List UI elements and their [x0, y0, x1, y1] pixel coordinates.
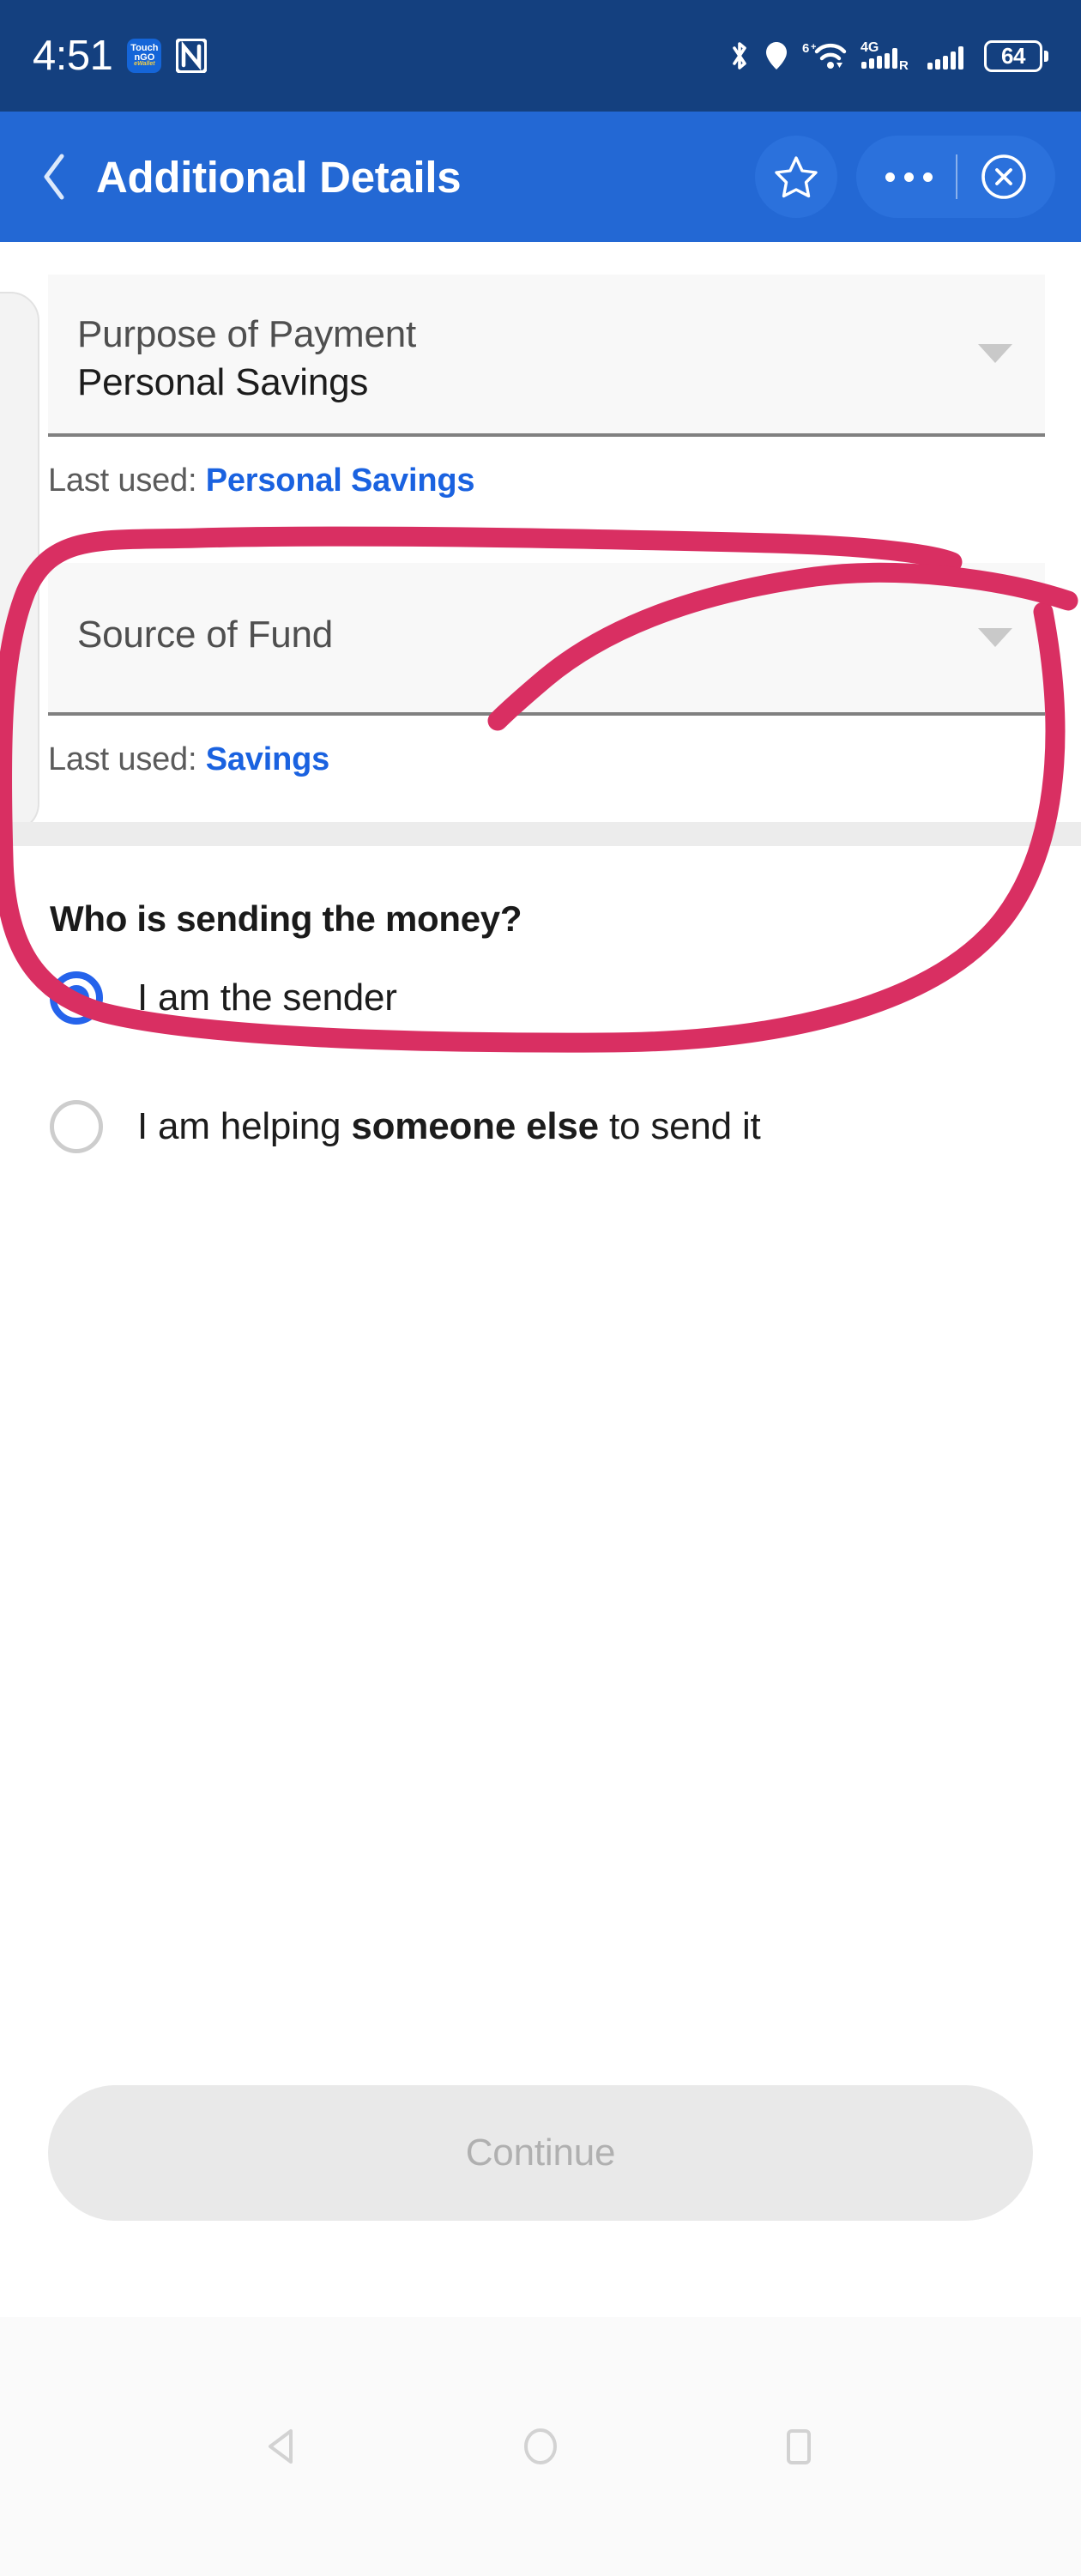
wifi-6plus-icon: 6 + — [801, 39, 848, 73]
back-button[interactable] — [34, 151, 74, 203]
radio-label-i-am-the-sender: I am the sender — [137, 977, 397, 1019]
lastused-prefix: Last used: — [48, 462, 197, 499]
label-pre: I am helping — [137, 1105, 352, 1147]
dot-3-icon — [922, 172, 933, 182]
location-pin-icon — [764, 39, 788, 73]
close-button[interactable] — [957, 136, 1050, 218]
close-circle-icon — [981, 154, 1026, 199]
purpose-of-payment-select[interactable]: Purpose of Payment Personal Savings — [48, 275, 1045, 437]
star-icon — [775, 156, 818, 198]
battery-level: 64 — [1001, 42, 1025, 69]
android-nav-bar — [0, 2317, 1081, 2576]
signal-bars-icon — [927, 38, 971, 74]
favorite-button[interactable] — [755, 136, 837, 218]
dot-2-icon — [903, 172, 914, 182]
status-bar-right: 6 + 4G R 64 — [728, 38, 1048, 74]
lastused-prefix: Last used: — [48, 741, 197, 777]
source-of-fund-lastused: Last used: Savings — [48, 741, 1045, 778]
home-circle-icon — [524, 2428, 557, 2464]
nav-back-button[interactable] — [256, 2419, 311, 2474]
battery-body: 64 — [984, 39, 1042, 72]
label-post: to send it — [598, 1105, 761, 1147]
purpose-of-payment-value: Personal Savings — [77, 361, 369, 404]
battery-icon: 64 — [984, 39, 1048, 72]
recents-square-icon — [787, 2429, 811, 2464]
radio-option-helping-someone-else[interactable]: I am helping someone else to send it — [50, 1100, 761, 1153]
field-source-of-fund: Source of Fund Last used: Savings — [48, 563, 1045, 778]
more-options-button[interactable] — [861, 136, 956, 218]
nav-recents-button[interactable] — [770, 2419, 825, 2474]
sender-question: Who is sending the money? — [50, 898, 522, 939]
status-bar: 4:51 Touch nGO eWallet 6 + 4G R 64 — [0, 0, 1081, 112]
chevron-down-icon[interactable] — [978, 344, 1012, 364]
source-of-fund-select[interactable]: Source of Fund — [48, 563, 1045, 716]
tng-icon-line-3: eWallet — [134, 61, 155, 68]
page-title: Additional Details — [96, 152, 462, 202]
svg-text:6: 6 — [802, 41, 809, 56]
main-content: Purpose of Payment Personal Savings Last… — [0, 242, 1081, 2576]
source-of-fund-label: Source of Fund — [77, 614, 334, 656]
field-purpose-of-payment: Purpose of Payment Personal Savings Last… — [48, 275, 1045, 499]
label-bold: someone else — [351, 1105, 599, 1147]
radio-option-i-am-the-sender[interactable]: I am the sender — [50, 971, 397, 1025]
lastused-value-personal-savings[interactable]: Personal Savings — [206, 463, 475, 499]
nav-home-button[interactable] — [513, 2419, 568, 2474]
chevron-left-icon — [44, 154, 64, 200]
radio-label-helping-someone-else: I am helping someone else to send it — [137, 1105, 761, 1148]
svg-text:4G: 4G — [861, 40, 879, 55]
tng-ewallet-icon: Touch nGO eWallet — [127, 39, 162, 73]
appbar-actions-pill — [856, 136, 1055, 218]
radio-unselected-icon[interactable] — [50, 1100, 103, 1153]
background-card-edge — [0, 292, 39, 832]
chevron-down-icon[interactable] — [978, 628, 1012, 647]
continue-button-label: Continue — [465, 2132, 616, 2174]
dot-1-icon — [885, 172, 895, 182]
back-triangle-icon — [269, 2429, 293, 2464]
bluetooth-icon — [728, 39, 752, 73]
section-divider — [0, 822, 1081, 846]
continue-button[interactable]: Continue — [48, 2085, 1033, 2221]
status-bar-left: 4:51 Touch nGO eWallet — [33, 32, 208, 79]
status-bar-clock: 4:51 — [33, 32, 113, 79]
nfc-icon — [176, 39, 208, 73]
svg-text:R: R — [899, 58, 909, 73]
lastused-value-savings[interactable]: Savings — [206, 741, 330, 777]
signal-4g-r-icon: 4G R — [861, 38, 914, 74]
app-bar: Additional Details — [0, 112, 1081, 242]
battery-tip — [1044, 50, 1048, 62]
radio-selected-icon[interactable] — [50, 971, 103, 1025]
purpose-of-payment-lastused: Last used: Personal Savings — [48, 463, 1045, 499]
purpose-of-payment-label: Purpose of Payment — [77, 313, 417, 355]
